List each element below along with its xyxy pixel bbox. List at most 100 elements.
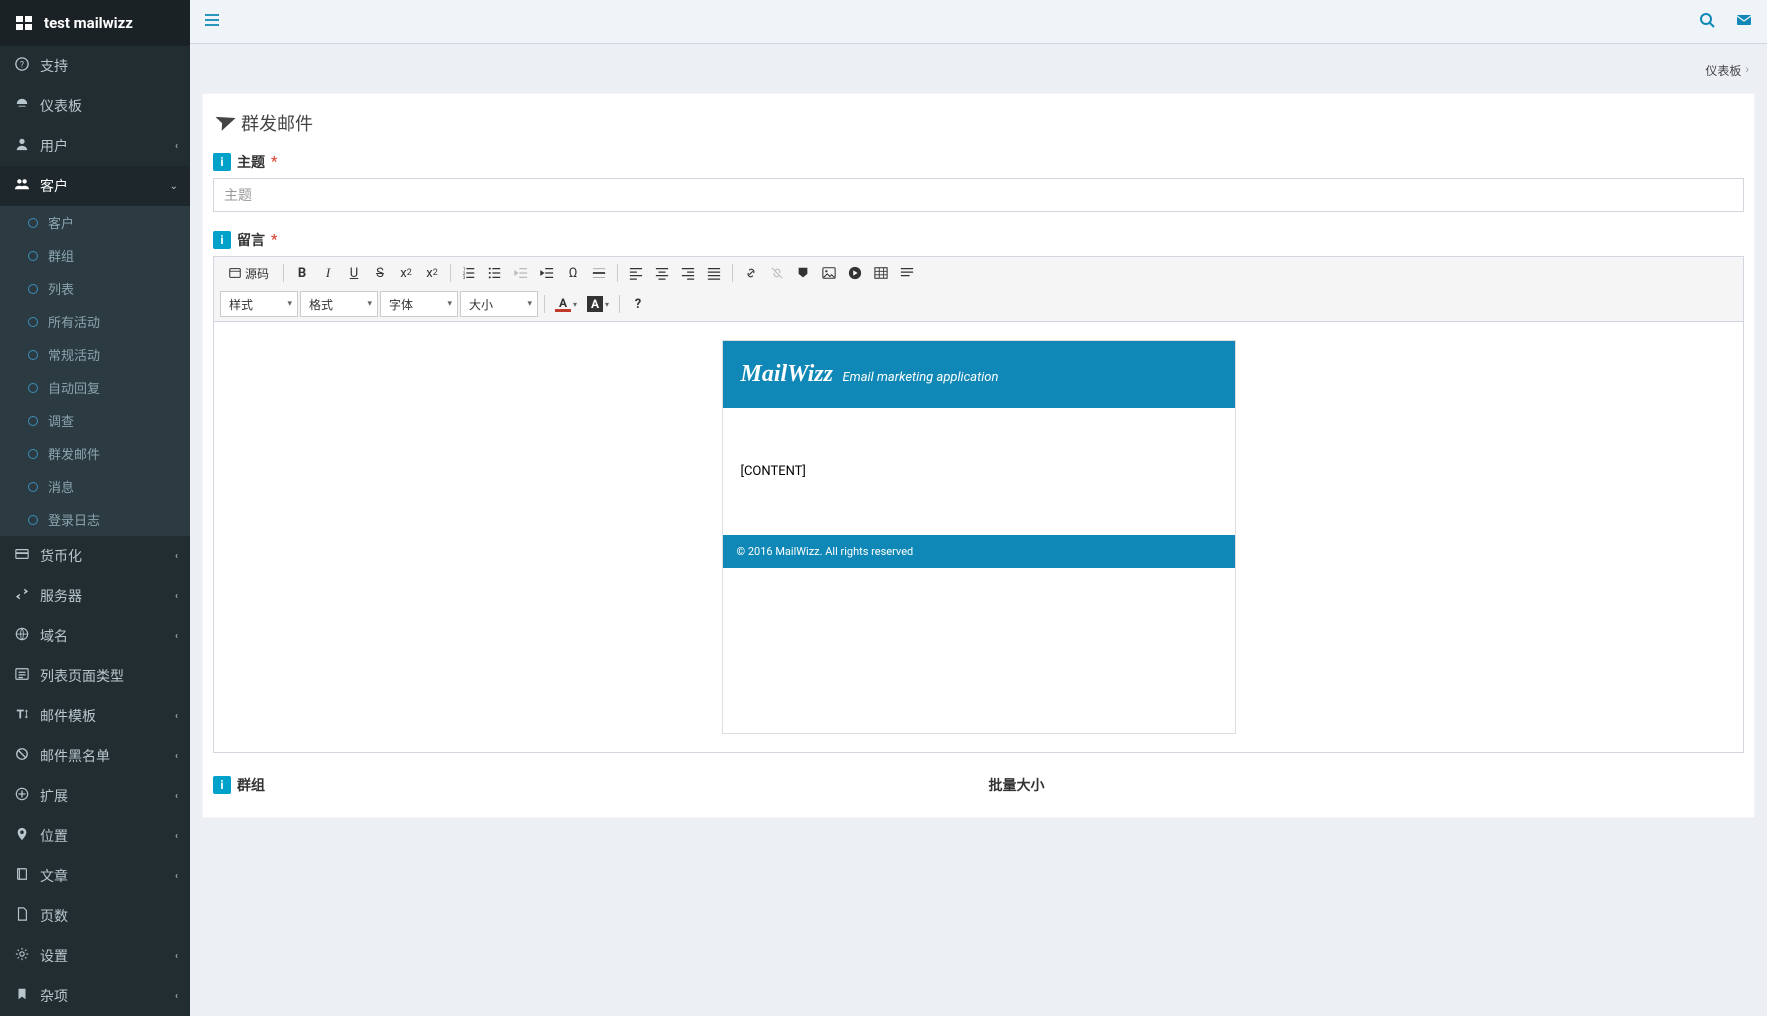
align-left-button[interactable] [624, 261, 648, 285]
horizontal-rule-button[interactable] [587, 261, 611, 285]
chevron-left-icon: ‹ [175, 631, 178, 642]
bookmark-icon [12, 987, 32, 1005]
sidebar-item-dashboard[interactable]: 仪表板 [0, 86, 190, 126]
breadcrumb-separator: › [1745, 62, 1749, 79]
sidebar-item-servers[interactable]: 服务器 ‹ [0, 576, 190, 616]
outdent-button[interactable] [509, 261, 533, 285]
sidebar-item-articles[interactable]: 文章 ‹ [0, 856, 190, 896]
align-right-button[interactable] [676, 261, 700, 285]
font-select[interactable]: 字体 [380, 291, 458, 317]
user-icon [12, 137, 32, 155]
info-icon[interactable]: i [213, 153, 231, 171]
sidebar-item-support[interactable]: ? 支持 [0, 46, 190, 86]
special-char-button[interactable]: Ω [561, 261, 585, 285]
sidebar-item-label: 支持 [40, 56, 68, 76]
sidebar-item-label: 邮件黑名单 [40, 746, 110, 766]
numbered-list-button[interactable]: 123 [457, 261, 481, 285]
group-label: 群组 [237, 775, 265, 795]
app-logo-icon [16, 16, 32, 30]
format-select[interactable]: 格式 [300, 291, 378, 317]
chevron-left-icon: ‹ [175, 871, 178, 882]
sidebar-sub-regular-campaigns[interactable]: 常规活动 [0, 338, 190, 371]
email-footer: © 2016 MailWizz. All rights reserved [723, 535, 1235, 568]
subject-input[interactable] [213, 178, 1744, 212]
toolbar-source-button[interactable]: 源码 [220, 261, 277, 285]
table-button[interactable] [869, 261, 893, 285]
file-icon [12, 907, 32, 925]
superscript-button[interactable]: x2 [420, 261, 444, 285]
embed-button[interactable] [843, 261, 867, 285]
sidebar-item-label: 扩展 [40, 786, 68, 806]
chevron-left-icon: ‹ [175, 751, 178, 762]
sidebar-sub-surveys[interactable]: 调查 [0, 404, 190, 437]
sidebar-item-misc[interactable]: 杂项 ‹ [0, 976, 190, 1016]
email-brand: MailWizz [741, 361, 833, 387]
sidebar-sub-all-campaigns[interactable]: 所有活动 [0, 305, 190, 338]
panel-title: 群发邮件 [213, 110, 1744, 136]
sidebar-sub-login-logs[interactable]: 登录日志 [0, 503, 190, 536]
sidebar-sub-label: 自动回复 [48, 378, 100, 397]
strike-button[interactable]: S [368, 261, 392, 285]
email-template-preview: MailWizz Email marketing application [CO… [722, 340, 1236, 734]
help-button[interactable]: ? [626, 292, 650, 316]
email-header: MailWizz Email marketing application [723, 341, 1235, 408]
paper-plane-icon [208, 109, 235, 138]
styles-select[interactable]: 样式 [220, 291, 298, 317]
sidebar-sub-customers[interactable]: 客户 [0, 206, 190, 239]
gear-icon [12, 947, 32, 965]
sidebar-item-label: 仪表板 [40, 96, 82, 116]
sidebar-sub-groups[interactable]: 群组 [0, 239, 190, 272]
anchor-button[interactable] [791, 261, 815, 285]
bullet-list-button[interactable] [483, 261, 507, 285]
indent-button[interactable] [535, 261, 559, 285]
text-color-button[interactable]: A▾ [551, 292, 581, 316]
sidebar-sub-mass-email[interactable]: 群发邮件 [0, 437, 190, 470]
sidebar-item-monetization[interactable]: 货币化 ‹ [0, 536, 190, 576]
align-justify-button[interactable] [702, 261, 726, 285]
underline-button[interactable]: U [342, 261, 366, 285]
search-button[interactable] [1699, 12, 1715, 32]
rich-text-editor: 源码 B I U S x2 x2 1 [213, 256, 1744, 753]
size-select[interactable]: 大小 [460, 291, 538, 317]
show-blocks-button[interactable] [895, 261, 919, 285]
editor-body[interactable]: MailWizz Email marketing application [CO… [214, 322, 1743, 752]
sidebar-item-label: 用户 [40, 136, 68, 156]
sidebar-item-extend[interactable]: 扩展 ‹ [0, 776, 190, 816]
info-icon[interactable]: i [213, 776, 231, 794]
sidebar-item-list-page-types[interactable]: 列表页面类型 [0, 656, 190, 696]
sidebar-item-email-blacklist[interactable]: 邮件黑名单 ‹ [0, 736, 190, 776]
image-button[interactable] [817, 261, 841, 285]
ban-icon [12, 747, 32, 765]
subscript-button[interactable]: x2 [394, 261, 418, 285]
bg-color-button[interactable]: A▾ [583, 292, 613, 316]
chevron-left-icon: ‹ [175, 991, 178, 1002]
align-center-button[interactable] [650, 261, 674, 285]
svg-text:3: 3 [463, 276, 466, 280]
sidebar-sub-messages[interactable]: 消息 [0, 470, 190, 503]
sidebar-item-users[interactable]: 用户 ‹ [0, 126, 190, 166]
sidebar-item-email-templates[interactable]: 邮件模板 ‹ [0, 696, 190, 736]
sidebar-sub-lists[interactable]: 列表 [0, 272, 190, 305]
sidebar-item-settings[interactable]: 设置 ‹ [0, 936, 190, 976]
sidebar-sub-label: 列表 [48, 279, 74, 298]
required-marker: * [271, 232, 277, 248]
sidebar-item-label: 列表页面类型 [40, 666, 124, 686]
sidebar-item-label: 域名 [40, 626, 68, 646]
sidebar-item-customers[interactable]: 客户 ⌄ [0, 166, 190, 206]
link-button[interactable] [739, 261, 763, 285]
info-icon[interactable]: i [213, 231, 231, 249]
sidebar-item-locations[interactable]: 位置 ‹ [0, 816, 190, 856]
sidebar-item-label: 服务器 [40, 586, 82, 606]
italic-button[interactable]: I [316, 261, 340, 285]
sidebar-sub-autoresponders[interactable]: 自动回复 [0, 371, 190, 404]
bold-button[interactable]: B [290, 261, 314, 285]
sidebar-toggle-button[interactable] [204, 12, 220, 32]
mail-button[interactable] [1735, 12, 1753, 32]
breadcrumb-item[interactable]: 仪表板 [1705, 62, 1741, 79]
subject-label: 主题 [237, 152, 265, 172]
email-tagline: Email marketing application [842, 370, 998, 385]
toolbar-source-label: 源码 [245, 265, 269, 282]
unlink-button[interactable] [765, 261, 789, 285]
sidebar-item-pages[interactable]: 页数 [0, 896, 190, 936]
sidebar-item-domains[interactable]: 域名 ‹ [0, 616, 190, 656]
